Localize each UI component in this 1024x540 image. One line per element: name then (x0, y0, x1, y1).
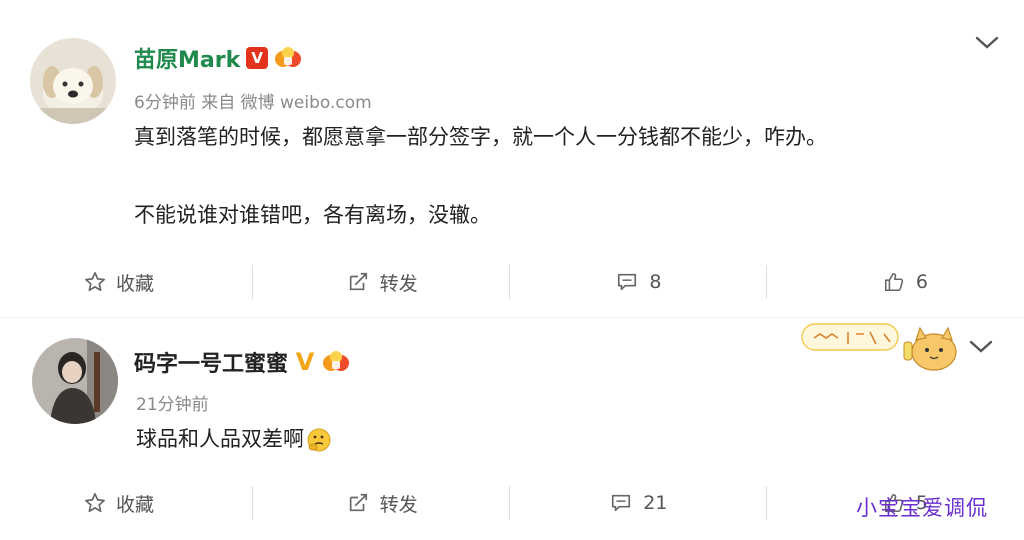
star-icon (84, 271, 106, 293)
weibo-post: 苗原Mark V 6分钟前 来自 微博 weibo.com 真到落笔的时候，都愿… (0, 0, 1024, 318)
action-bar: 收藏 转发 8 6 (0, 257, 1024, 307)
post-meta: 21分钟前 (136, 395, 209, 415)
comment-count: 8 (649, 271, 662, 293)
favorite-label: 收藏 (116, 272, 155, 295)
repost-icon (346, 271, 370, 293)
level-badge-icon (322, 349, 350, 375)
chevron-down-icon[interactable] (966, 332, 996, 362)
favorite-button[interactable]: 收藏 (0, 257, 254, 307)
comment-button[interactable]: 8 (510, 257, 767, 307)
like-icon (882, 271, 906, 293)
comment-count: 21 (643, 492, 668, 514)
repost-button[interactable]: 转发 (253, 257, 510, 307)
repost-button[interactable]: 转发 (253, 478, 510, 528)
like-button[interactable]: 6 (767, 257, 1024, 307)
star-icon (84, 492, 106, 514)
like-count: 6 (915, 271, 928, 293)
username[interactable]: 苗原Mark (134, 42, 240, 74)
favorite-button[interactable]: 收藏 (0, 478, 254, 528)
favorite-label: 收藏 (116, 493, 155, 516)
post-content-line: 真到落笔的时候，都愿意拿一部分签字，就一个人一分钱都不能少，咋办。 (134, 125, 827, 149)
thinking-emoji-icon (306, 427, 332, 453)
post-content-line: 不能说谁对谁错吧，各有离场，没辙。 (134, 203, 491, 227)
verified-badge-icon: V (295, 348, 315, 376)
repost-label: 转发 (379, 272, 418, 295)
user-header: 码字一号工蜜蜜 V (134, 346, 350, 378)
watermark-text: 小宝宝爱调侃 (856, 496, 988, 520)
avatar[interactable] (30, 38, 116, 124)
post-content-line: 球品和人品双差啊 (136, 426, 332, 453)
verified-badge-icon: V (246, 47, 269, 69)
repost-label: 转发 (379, 493, 418, 516)
weibo-post: 码字一号工蜜蜜 V 21分钟前 球品和人品双差啊 收藏 转发 21 5 小宝宝爱… (0, 318, 1024, 540)
user-header: 苗原Mark V (134, 42, 302, 74)
comment-button[interactable]: 21 (510, 478, 767, 528)
username[interactable]: 码字一号工蜜蜜 (134, 346, 288, 378)
cat-sticker (800, 318, 960, 374)
comment-icon (615, 271, 639, 293)
avatar[interactable] (32, 338, 118, 424)
post-meta: 6分钟前 来自 微博 weibo.com (134, 93, 372, 113)
repost-icon (346, 492, 370, 514)
comment-icon (609, 492, 633, 514)
post-content-text: 球品和人品双差啊 (136, 427, 304, 451)
level-badge-icon (274, 45, 302, 71)
chevron-down-icon[interactable] (972, 28, 1002, 58)
